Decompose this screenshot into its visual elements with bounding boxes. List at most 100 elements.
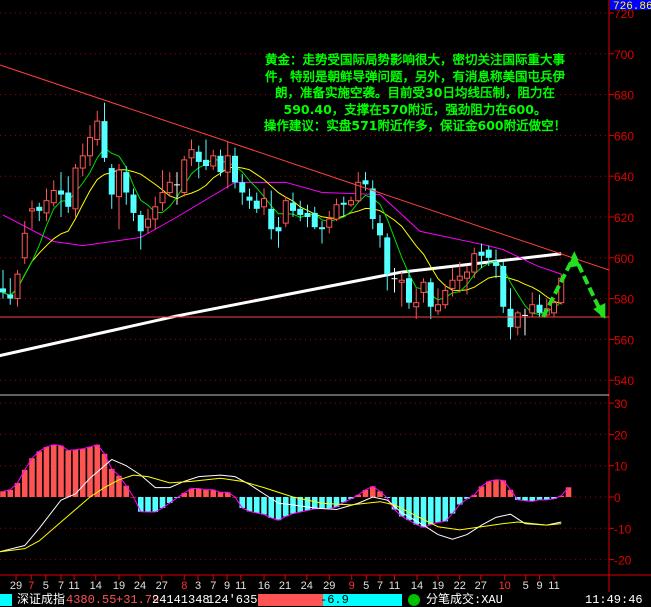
candle-body-up	[50, 189, 57, 204]
candle-body-doji	[391, 278, 398, 280]
date-tick-label: 11	[68, 580, 79, 592]
candle-body-down	[130, 194, 137, 213]
ratio-bar-red	[258, 594, 323, 606]
candle-body-up	[514, 312, 521, 328]
moving-average-lines	[0, 147, 562, 358]
macd-histogram-bar	[507, 489, 514, 497]
date-tick-label: 5	[43, 580, 49, 592]
ticker-label[interactable]: 分笔成交:XAU	[426, 594, 503, 606]
macd-histogram-bar	[195, 488, 202, 497]
date-tick-label: 7	[377, 580, 383, 592]
candle-body-up	[181, 159, 188, 194]
macd-histogram-bar	[311, 497, 318, 509]
date-tick-label: 24	[301, 580, 313, 592]
macd-tick-label: 30	[614, 397, 628, 411]
last-price: 726.86	[613, 1, 651, 13]
date-tick-label: 3	[195, 580, 201, 592]
macd-histogram-bar	[152, 497, 159, 513]
date-tick-label: 8	[181, 580, 187, 592]
macd-histogram-bar	[181, 492, 188, 497]
candle-body-down	[485, 249, 492, 258]
macd-histogram-bar	[377, 491, 383, 497]
price-tick-label: 680	[614, 89, 634, 103]
macd-histogram-bar	[275, 497, 282, 521]
macd-axis-ticks: 30 20 10 0 -10 -20	[609, 397, 632, 568]
macd-histogram-bar	[79, 448, 86, 497]
candle-body-up	[188, 149, 195, 159]
candle-body-down	[123, 172, 130, 193]
date-tick-label: 29	[323, 580, 335, 592]
candle-body-down	[0, 288, 6, 293]
candle-body-down	[239, 182, 246, 193]
date-tick-label: 10	[499, 580, 511, 592]
candle-body-down	[268, 208, 275, 230]
candle-body-down	[217, 155, 224, 173]
date-tick-label: 9	[536, 580, 542, 592]
macd-histogram-bar	[0, 491, 6, 497]
price-tick-label: 560	[614, 333, 634, 347]
date-tick-label: 7	[58, 580, 64, 592]
date-tick-label: 5	[363, 580, 369, 592]
macd-histogram-bar	[420, 497, 427, 528]
price-tick-label: 640	[614, 170, 634, 184]
macd-histogram-bar	[261, 497, 267, 515]
macd-histogram-bar	[123, 485, 130, 497]
status-indicator[interactable]	[0, 594, 12, 606]
price-tick-label: 660	[614, 129, 634, 143]
price-axis-ticks: 720700680660640620600580560540	[609, 7, 634, 388]
candle-body-down	[101, 121, 108, 158]
candle-body-down	[507, 308, 514, 328]
index-value: 4380.55	[66, 593, 117, 607]
macd-histogram-bar	[427, 497, 434, 525]
macd-histogram-bar	[442, 497, 449, 522]
candle-body-up	[471, 253, 478, 273]
candle-body-down	[108, 168, 115, 195]
date-tick-label: 11	[235, 580, 246, 592]
macd-tick-label: -20	[614, 554, 632, 568]
macd-histogram-bar	[50, 444, 57, 497]
candle-body-doji	[522, 314, 528, 316]
macd-histogram-bar	[72, 449, 79, 497]
candle-body-up	[145, 218, 151, 228]
ma5-line	[2, 147, 562, 316]
macd-histogram-bar	[101, 453, 108, 497]
candle-body-down	[406, 278, 412, 303]
macd-tick-label: 20	[614, 428, 628, 442]
candle-body-up	[282, 200, 289, 224]
candle-body-down	[246, 196, 253, 201]
candle-body-up	[21, 232, 28, 259]
ma10-line	[2, 166, 562, 304]
candle-body-up	[43, 200, 50, 214]
candle-body-down	[253, 200, 260, 209]
macd-tick-label: 0	[614, 491, 621, 505]
date-tick-label: 11	[389, 580, 400, 592]
price-tick-label: 600	[614, 252, 634, 266]
candle-body-down	[297, 208, 304, 215]
annotation-line: 操作建议：实盘571附近作多，保证金600附近做空！	[263, 118, 567, 134]
candle-body-up	[29, 208, 35, 212]
annotation-line: 件，特别是朝鲜导弹问题，另外，有消息称美国屯兵伊	[264, 68, 565, 84]
candle-body-up	[224, 155, 231, 173]
index-name[interactable]: 深证成指	[17, 594, 65, 606]
candle-body-down	[384, 237, 391, 275]
date-tick-label: 7	[28, 580, 34, 592]
macd-histogram-bar	[253, 497, 260, 513]
candle-body-up	[87, 136, 93, 157]
candle-body-up	[348, 200, 354, 206]
macd-histogram-bar	[282, 497, 289, 517]
candle-body-down	[203, 159, 209, 166]
date-tick-label: 27	[156, 580, 168, 592]
candle-body-up	[551, 302, 557, 314]
macd-histogram-bar	[145, 497, 151, 513]
candle-body-down	[36, 206, 43, 211]
macd-histogram-bar	[304, 497, 311, 511]
candle-body-down	[65, 192, 72, 207]
macd-histogram-bar	[326, 497, 333, 509]
candle-body-down	[275, 227, 282, 232]
date-tick-label: 16	[258, 580, 270, 592]
candle-body-down	[427, 282, 434, 307]
price-tick-label: 620	[614, 211, 634, 225]
macd-histogram-bar	[43, 446, 50, 497]
candle-body-up	[449, 279, 456, 289]
candle-body-down	[478, 251, 485, 256]
